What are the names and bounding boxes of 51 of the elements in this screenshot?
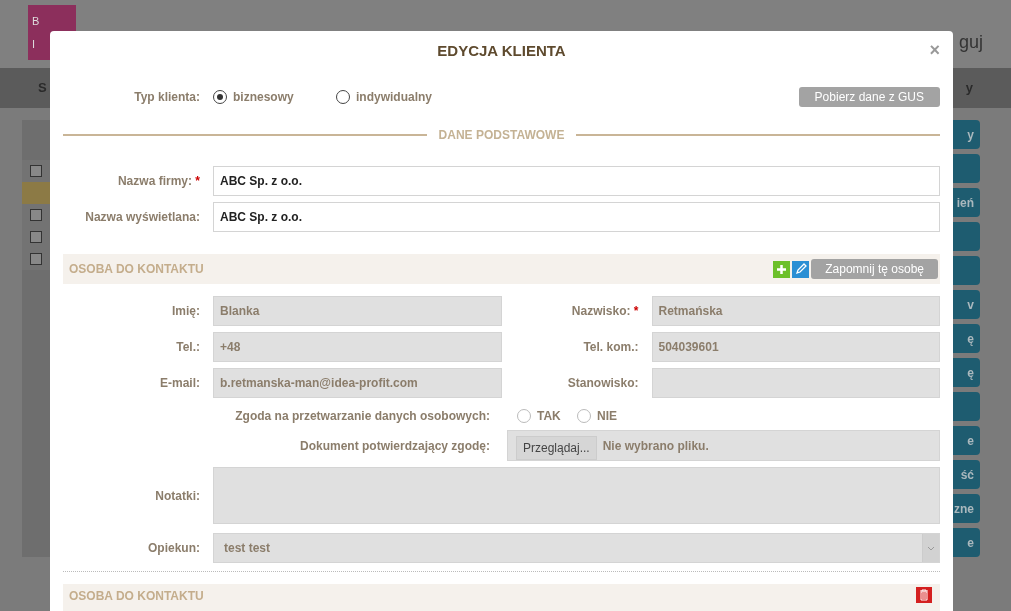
text-field[interactable] bbox=[651, 368, 940, 398]
browse-button[interactable]: Przeglądaj... bbox=[516, 436, 597, 460]
section-title: OSOBA DO KONTAKTU bbox=[69, 588, 204, 605]
modal-title: EDYCJA KLIENTA bbox=[437, 40, 566, 61]
text-field[interactable]: Blanka bbox=[213, 296, 502, 326]
gus-button[interactable]: Pobierz dane z GUS bbox=[798, 87, 940, 107]
add-icon[interactable] bbox=[773, 260, 791, 278]
checkbox[interactable] bbox=[30, 209, 42, 221]
guardian-select[interactable]: test test bbox=[213, 533, 940, 563]
radio-label: TAK bbox=[537, 408, 561, 425]
field-label: Nazwisko: * bbox=[570, 303, 639, 320]
forget-person-button[interactable]: Zapomnij tę osobę bbox=[811, 259, 938, 279]
edit-icon[interactable] bbox=[792, 260, 810, 278]
file-status: Nie wybrano pliku. bbox=[602, 438, 709, 455]
checkbox[interactable] bbox=[30, 165, 42, 177]
text-field[interactable]: b.retmanska-man@idea-profit.com bbox=[213, 368, 502, 398]
logout-link[interactable]: guj bbox=[958, 29, 983, 56]
text-field[interactable]: ABC Sp. z o.o. bbox=[213, 166, 940, 196]
field-label: Nazwa wyświetlana: bbox=[84, 209, 200, 226]
field-label: Tel. kom.: bbox=[582, 339, 639, 356]
checkbox[interactable] bbox=[30, 231, 42, 243]
close-button[interactable]: × bbox=[929, 41, 940, 59]
checkbox[interactable] bbox=[30, 253, 42, 265]
field-label: Dokument potwierdzający zgodę: bbox=[298, 437, 490, 455]
text-field[interactable]: +48 bbox=[213, 332, 502, 362]
radio-label: biznesowy bbox=[233, 89, 294, 106]
field-label: Nazwa firmy: * bbox=[116, 173, 200, 190]
radio-label: NIE bbox=[597, 408, 617, 425]
field-label: Stanowisko: bbox=[566, 375, 639, 392]
radio-label: indywidualny bbox=[356, 89, 432, 106]
text-field[interactable]: 504039601 bbox=[651, 332, 940, 362]
field-label: Imię: bbox=[171, 303, 200, 320]
radio-button[interactable] bbox=[577, 409, 591, 423]
text-field[interactable]: Retmańska bbox=[651, 296, 940, 326]
radio-button[interactable] bbox=[336, 90, 350, 104]
field-label: Opiekun: bbox=[147, 540, 200, 557]
logo-letter: I bbox=[32, 36, 36, 52]
text-field[interactable]: ABC Sp. z o.o. bbox=[213, 202, 940, 232]
radio-button[interactable] bbox=[517, 409, 531, 423]
trash-icon[interactable] bbox=[916, 587, 932, 603]
file-field[interactable]: Przeglądaj... Nie wybrano pliku. bbox=[507, 430, 940, 461]
notes-field[interactable] bbox=[213, 467, 940, 524]
field-label: E-mail: bbox=[159, 375, 200, 392]
section-title: DANE PODSTAWOWE bbox=[438, 127, 565, 144]
logo-letter: B bbox=[32, 14, 40, 29]
radio-button[interactable] bbox=[213, 90, 227, 104]
section-title: OSOBA DO KONTAKTU bbox=[69, 261, 204, 278]
field-label: Typ klienta: bbox=[133, 89, 200, 106]
field-label: Zgoda na przetwarzanie danych osobowych: bbox=[234, 408, 490, 425]
field-label: Notatki: bbox=[154, 487, 200, 505]
field-label: Tel.: bbox=[175, 339, 200, 356]
